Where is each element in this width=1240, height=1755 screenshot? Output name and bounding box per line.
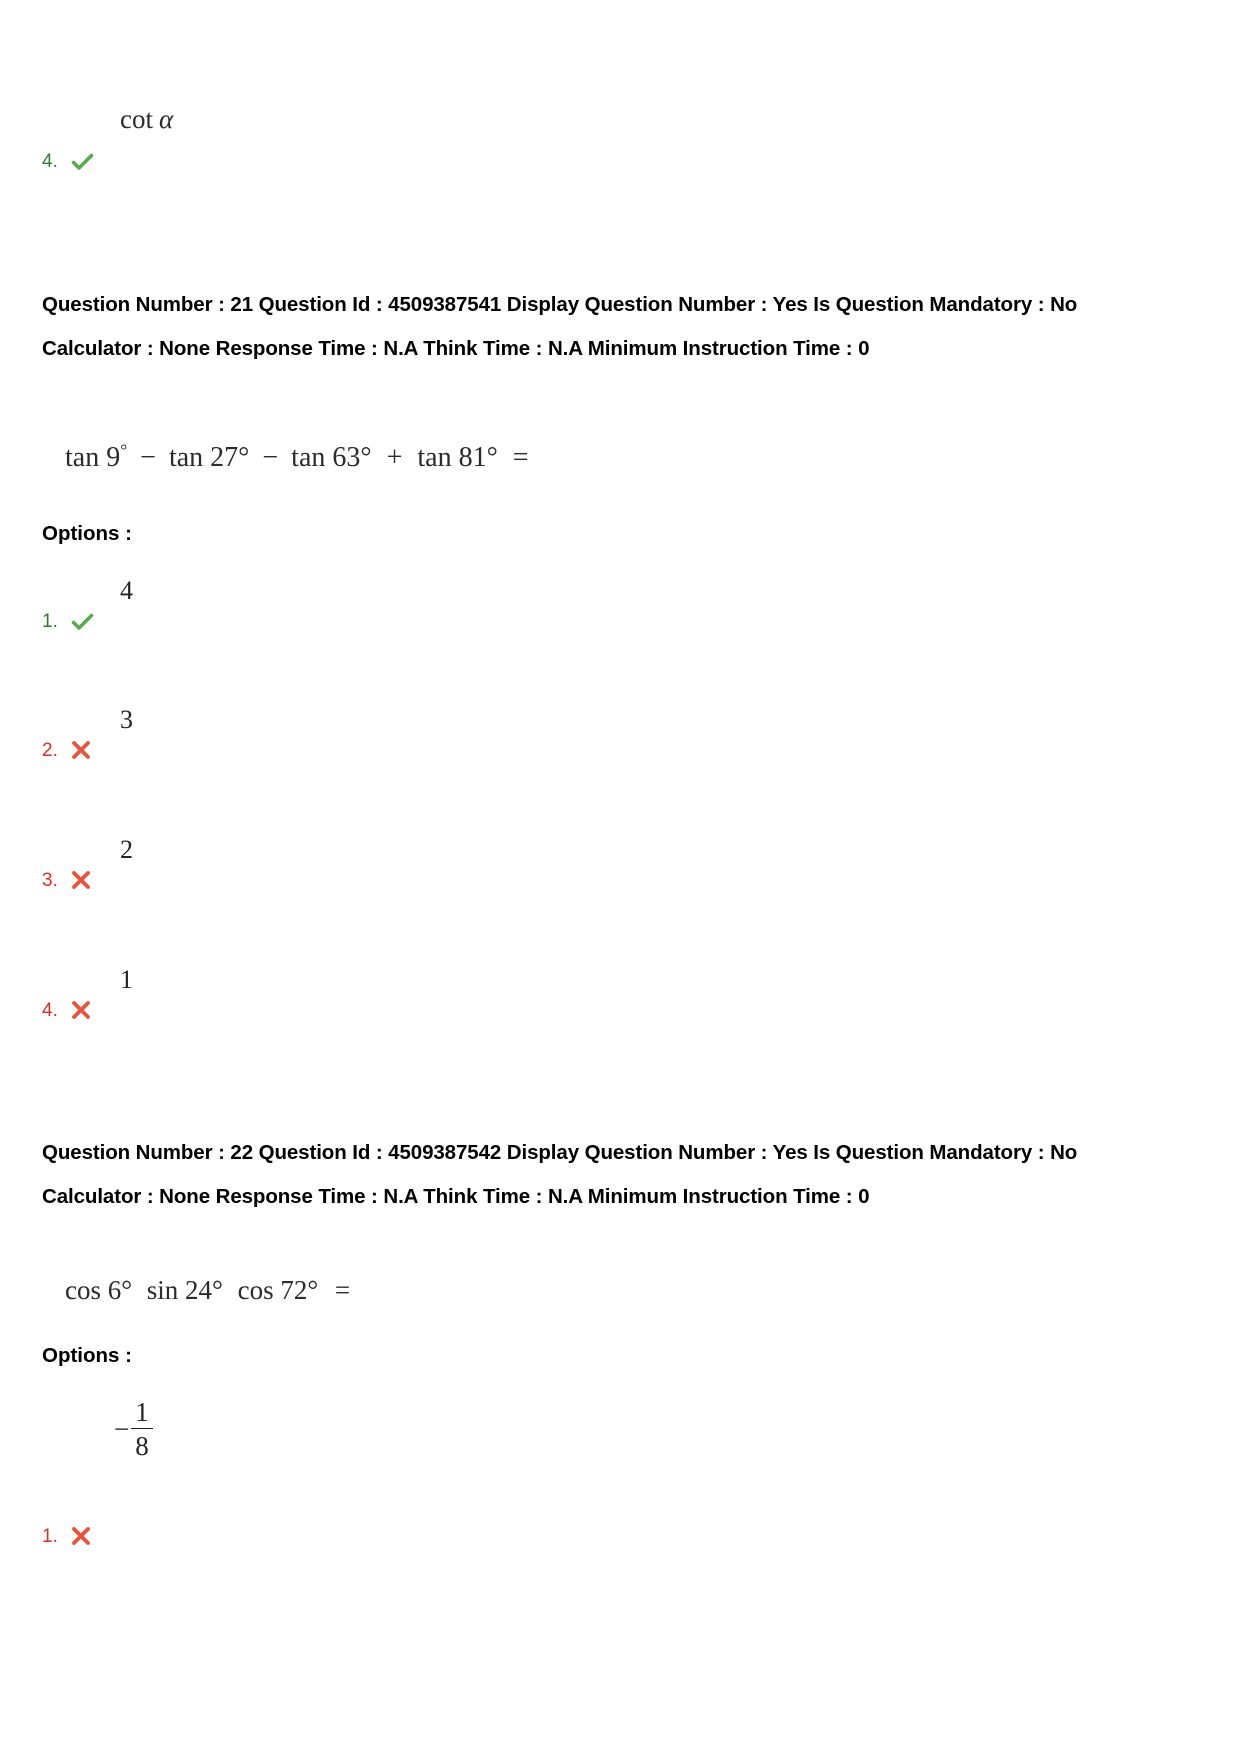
option-number: 4. [42, 151, 58, 172]
stem-term-3: cos 72° [237, 1275, 319, 1305]
option-number: 1. [42, 611, 58, 632]
option-value: 1 [120, 965, 133, 994]
stem-term-1: tan 9 [65, 442, 121, 473]
stem-op-1: − [140, 442, 156, 473]
cot-text: cot [120, 104, 153, 134]
cross-icon [70, 999, 94, 1023]
fraction-denominator: 8 [135, 1431, 149, 1461]
option-value: 2 [120, 835, 133, 864]
question-meta-22: Question Number : 22 Question Id : 45093… [42, 1141, 1078, 1208]
previous-question-option-expression: cot α [120, 104, 173, 135]
stem-term-2: sin 24° [146, 1275, 223, 1305]
stem-op-2: − [262, 442, 279, 473]
stem-term-4: tan 81° [417, 442, 498, 473]
check-icon [70, 610, 94, 634]
check-icon [70, 150, 94, 174]
stem-equals: = [512, 442, 529, 473]
stem-term-3: tan 63° [291, 442, 372, 473]
stem-term-2: tan 27° [168, 442, 250, 473]
option-value: 3 [120, 705, 133, 734]
option-number: 1. [42, 1526, 58, 1547]
document-page: cot α 4. Question Number : 21 Question Id… [0, 0, 1240, 1755]
option-row-22-1[interactable]: 1. −1 8 [42, 1397, 1082, 1549]
options-label-22: Options : [42, 1344, 132, 1367]
cross-icon [70, 1525, 94, 1549]
options-label-21: Options : [42, 522, 132, 545]
stem-op-3: + [386, 442, 403, 473]
cross-icon [70, 739, 94, 763]
cross-icon [70, 869, 94, 893]
stem-term-1: cos 6° [65, 1275, 133, 1305]
previous-question-option-row[interactable]: 4. [42, 132, 1082, 172]
option-value: 4 [120, 576, 133, 605]
option-row-21-1[interactable]: 1. 4 [42, 576, 1082, 634]
stem-degree-1: ° [120, 440, 128, 460]
question-22-stem: cos 6° sin 24° cos 72° = [65, 1275, 350, 1306]
option-number: 2. [42, 740, 58, 761]
option-number: 4. [42, 1000, 58, 1021]
question-21-stem: tan 9° − tan 27° − tan 63° + tan 81° = [65, 440, 529, 474]
stem-equals: = [334, 1275, 351, 1305]
alpha-symbol: α [159, 104, 174, 134]
option-row-21-2[interactable]: 2. 3 [42, 705, 1082, 763]
option-row-21-4[interactable]: 4. 1 [42, 965, 1082, 1023]
question-meta-21: Question Number : 21 Question Id : 45093… [42, 293, 1078, 360]
fraction-numerator: 1 [131, 1397, 153, 1429]
fraction: 18 [131, 1397, 153, 1462]
option-number: 3. [42, 870, 58, 891]
fraction-sign: − [114, 1414, 130, 1444]
option-value-fraction: −1 8 [114, 1397, 153, 1462]
option-row-21-3[interactable]: 3. 2 [42, 835, 1082, 893]
